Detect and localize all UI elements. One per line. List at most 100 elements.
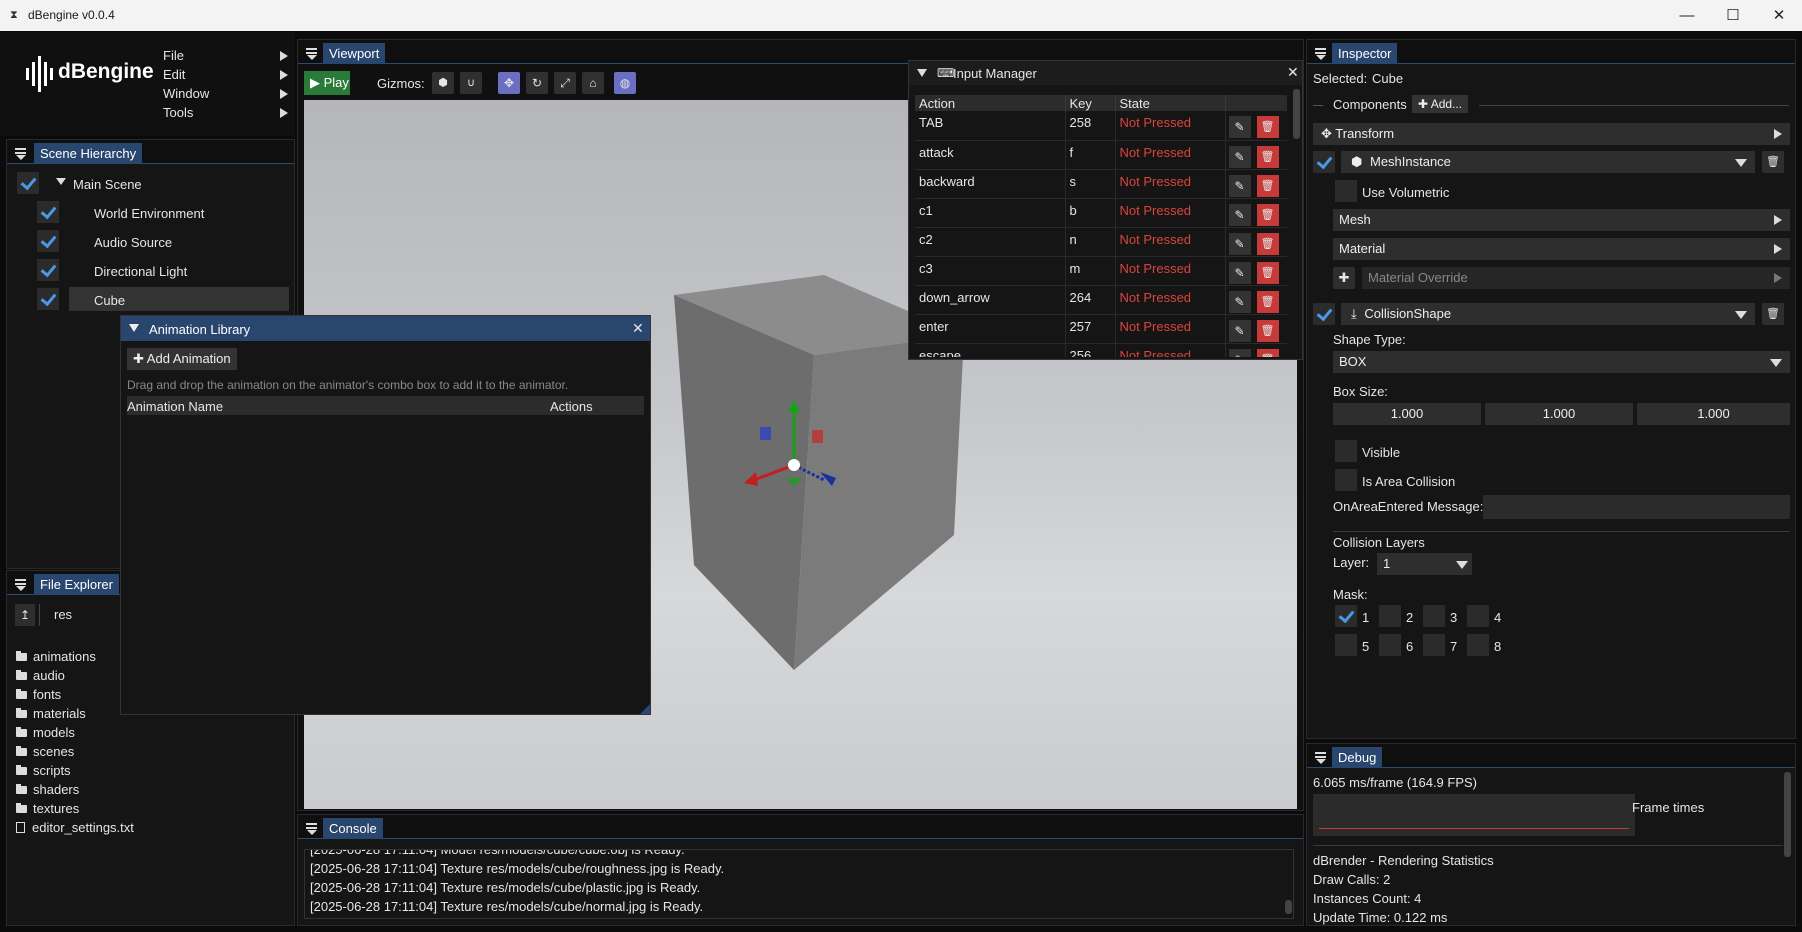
collapse-icon[interactable]: [129, 324, 139, 332]
on-area-input[interactable]: [1483, 495, 1790, 519]
minimize-button[interactable]: —: [1664, 0, 1710, 31]
up-directory-button[interactable]: ↥: [15, 604, 35, 626]
scrollbar-thumb[interactable]: [1285, 900, 1292, 914]
scale-tool-icon[interactable]: ⤢: [554, 72, 576, 94]
trash-icon[interactable]: 🗑: [1762, 303, 1784, 325]
mesh-instance-header[interactable]: ⬢ MeshInstance: [1341, 151, 1755, 173]
tab-inspector[interactable]: Inspector: [1332, 43, 1398, 64]
input-manager-titlebar[interactable]: ⌨ Input Manager ✕: [909, 61, 1302, 85]
menu-tools[interactable]: Tools: [163, 103, 288, 122]
mask-checkbox-7[interactable]: [1423, 634, 1445, 656]
mesh-instance-enabled[interactable]: [1313, 151, 1335, 173]
menu-file[interactable]: File: [163, 46, 288, 65]
item-checkbox[interactable]: [37, 288, 59, 310]
pencil-icon[interactable]: ✎: [1228, 145, 1251, 168]
close-icon[interactable]: ✕: [1287, 64, 1299, 81]
tab-debug[interactable]: Debug: [1332, 747, 1383, 768]
material-override-header[interactable]: Material Override: [1362, 267, 1790, 289]
close-icon[interactable]: ✕: [632, 320, 644, 337]
tab-console[interactable]: Console: [323, 818, 383, 839]
visible-checkbox[interactable]: [1335, 440, 1357, 462]
tab-file-explorer[interactable]: File Explorer: [34, 574, 119, 595]
folder-item[interactable]: textures: [16, 799, 134, 818]
scene-item-world-environment[interactable]: World Environment: [94, 206, 204, 221]
collision-shape-header[interactable]: ⤓ CollisionShape: [1341, 303, 1755, 325]
scene-item-directional-light[interactable]: Directional Light: [94, 264, 187, 279]
trash-icon[interactable]: 🗑: [1256, 203, 1279, 226]
transform-header[interactable]: ✥ Transform: [1313, 123, 1790, 145]
folder-item[interactable]: animations: [16, 647, 134, 666]
close-button[interactable]: ✕: [1756, 0, 1802, 31]
mesh-header[interactable]: Mesh: [1333, 209, 1790, 231]
scrollbar-thumb[interactable]: [1784, 772, 1791, 857]
folder-item[interactable]: scripts: [16, 761, 134, 780]
box-size-x[interactable]: 1.000: [1333, 403, 1481, 425]
resize-grip[interactable]: [640, 704, 650, 714]
mask-checkbox-5[interactable]: [1335, 634, 1357, 656]
shape-type-select[interactable]: BOX: [1333, 351, 1790, 373]
expand-icon[interactable]: [56, 178, 66, 185]
folder-item[interactable]: fonts: [16, 685, 134, 704]
pencil-icon[interactable]: ✎: [1228, 261, 1251, 284]
folder-item[interactable]: materials: [16, 704, 134, 723]
is-area-checkbox[interactable]: [1335, 469, 1357, 491]
scene-item-audio-source[interactable]: Audio Source: [94, 235, 172, 250]
scene-item-cube[interactable]: Cube: [94, 293, 125, 308]
menu-window[interactable]: Window: [163, 84, 288, 103]
item-checkbox[interactable]: [37, 201, 59, 223]
trash-icon[interactable]: 🗑: [1256, 174, 1279, 197]
item-checkbox[interactable]: [37, 230, 59, 252]
panel-menu-icon[interactable]: [306, 46, 318, 60]
scene-root[interactable]: Main Scene: [73, 177, 142, 192]
gizmo-local-icon[interactable]: ⬢: [432, 72, 454, 94]
play-button[interactable]: ▶ Play: [304, 71, 350, 95]
layer-select[interactable]: 1: [1377, 553, 1472, 575]
panel-menu-icon[interactable]: [1315, 750, 1327, 764]
magnet-snap-icon[interactable]: ∪: [460, 72, 482, 94]
tab-viewport[interactable]: Viewport: [323, 43, 386, 64]
mask-checkbox-2[interactable]: [1379, 605, 1401, 627]
move-tool-icon[interactable]: ✥: [498, 72, 520, 94]
scene-root-checkbox[interactable]: [17, 172, 39, 194]
add-animation-button[interactable]: ✚ Add Animation: [127, 348, 237, 370]
collapse-icon[interactable]: [917, 69, 927, 77]
add-material-override-button[interactable]: ✚: [1333, 267, 1355, 289]
material-header[interactable]: Material: [1333, 238, 1790, 260]
home-icon[interactable]: ⌂: [582, 72, 604, 94]
folder-item[interactable]: audio: [16, 666, 134, 685]
pencil-icon[interactable]: ✎: [1228, 290, 1251, 313]
mask-checkbox-6[interactable]: [1379, 634, 1401, 656]
pencil-icon[interactable]: ✎: [1228, 116, 1251, 138]
panel-menu-icon[interactable]: [1315, 46, 1327, 60]
box-size-y[interactable]: 1.000: [1485, 403, 1633, 425]
trash-icon[interactable]: 🗑: [1256, 261, 1279, 284]
item-checkbox[interactable]: [37, 259, 59, 281]
trash-icon[interactable]: 🗑: [1256, 348, 1279, 357]
pencil-icon[interactable]: ✎: [1228, 319, 1251, 342]
file-item[interactable]: editor_settings.txt: [16, 818, 134, 837]
pencil-icon[interactable]: ✎: [1228, 174, 1251, 197]
mask-checkbox-3[interactable]: [1423, 605, 1445, 627]
trash-icon[interactable]: 🗑: [1256, 232, 1279, 255]
pencil-icon[interactable]: ✎: [1228, 232, 1251, 255]
panel-menu-icon[interactable]: [306, 821, 318, 835]
use-volumetric-checkbox[interactable]: [1335, 180, 1357, 202]
maximize-button[interactable]: ☐: [1710, 0, 1756, 31]
box-size-z[interactable]: 1.000: [1637, 403, 1790, 425]
add-component-button[interactable]: ✚ Add...: [1412, 95, 1469, 113]
animation-library-titlebar[interactable]: Animation Library ✕: [121, 316, 650, 341]
trash-icon[interactable]: 🗑: [1256, 145, 1279, 168]
globe-icon[interactable]: ◍: [614, 72, 636, 94]
scrollbar-thumb[interactable]: [1293, 89, 1300, 139]
folder-item[interactable]: models: [16, 723, 134, 742]
panel-menu-icon[interactable]: [15, 146, 27, 160]
mask-checkbox-1[interactable]: [1335, 605, 1357, 627]
panel-menu-icon[interactable]: [15, 577, 27, 591]
trash-icon[interactable]: 🗑: [1256, 290, 1279, 313]
folder-item[interactable]: shaders: [16, 780, 134, 799]
menu-edit[interactable]: Edit: [163, 65, 288, 84]
rotate-tool-icon[interactable]: ↻: [526, 72, 548, 94]
trash-icon[interactable]: 🗑: [1256, 319, 1279, 342]
mask-checkbox-8[interactable]: [1467, 634, 1489, 656]
tab-scene-hierarchy[interactable]: Scene Hierarchy: [34, 143, 143, 164]
